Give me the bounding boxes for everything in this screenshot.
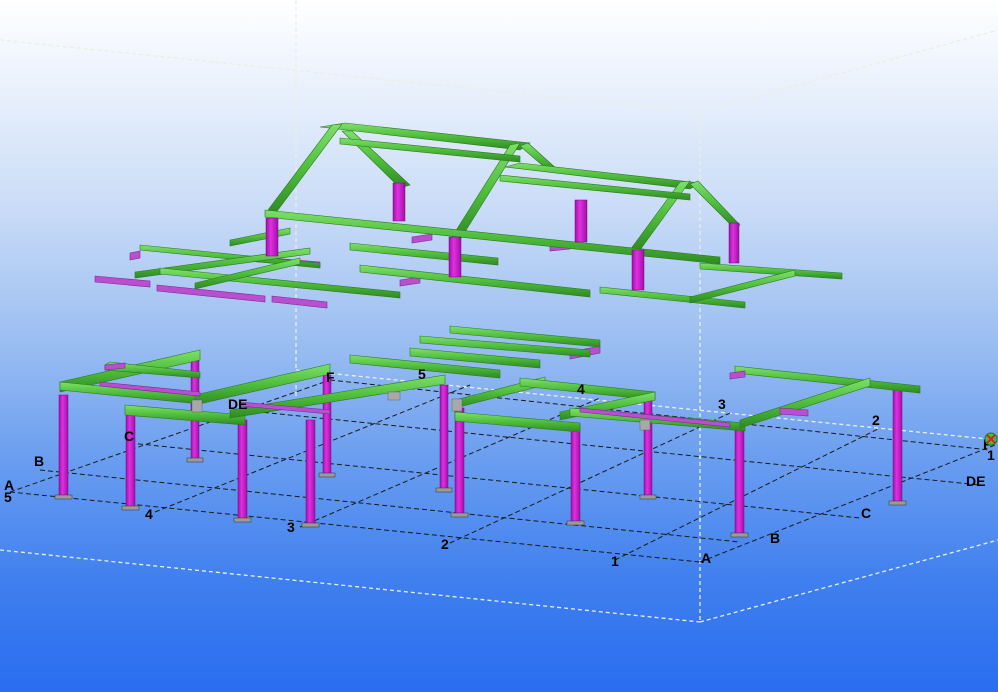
grid-label-4-back: 4 (577, 381, 585, 397)
grid-label-c-left: C (124, 428, 135, 444)
lower-frame-beams (59, 325, 921, 433)
grid-label-b-left: B (34, 453, 45, 469)
upper-frame-beams (134, 122, 843, 309)
grid-label-b-right: B (770, 530, 781, 546)
grid-label-5-left: 5 (4, 489, 12, 505)
work-area-box (0, 0, 998, 623)
floor-grid (9, 379, 996, 563)
grid-label-1-front: 1 (611, 553, 619, 569)
grid-label-3-back: 3 (718, 396, 726, 412)
grid-label-1-right: 1 (987, 447, 995, 463)
grid-label-c-right: C (861, 505, 872, 521)
grid-label-a-front: A (701, 550, 712, 566)
work-plane-origin-icon[interactable] (984, 432, 998, 446)
steel-structure-model[interactable] (0, 0, 998, 692)
grid-label-de-left: DE (228, 396, 248, 412)
grid-label-f-left: F (326, 369, 335, 385)
grid-label-2-back: 2 (872, 412, 880, 428)
grid-label-3-front: 3 (287, 519, 295, 535)
grid-label-de-right: DE (966, 473, 986, 489)
base-plates (54, 457, 907, 538)
model-3d-viewport[interactable]: A 5 B C DE F 4 3 2 1 A B C DE F 1 5 4 3 … (0, 0, 998, 692)
lower-columns (58, 359, 903, 536)
grid-label-2-front: 2 (441, 536, 449, 552)
grid-label-4-front: 4 (145, 506, 153, 522)
grid-label-5-back: 5 (418, 366, 426, 382)
